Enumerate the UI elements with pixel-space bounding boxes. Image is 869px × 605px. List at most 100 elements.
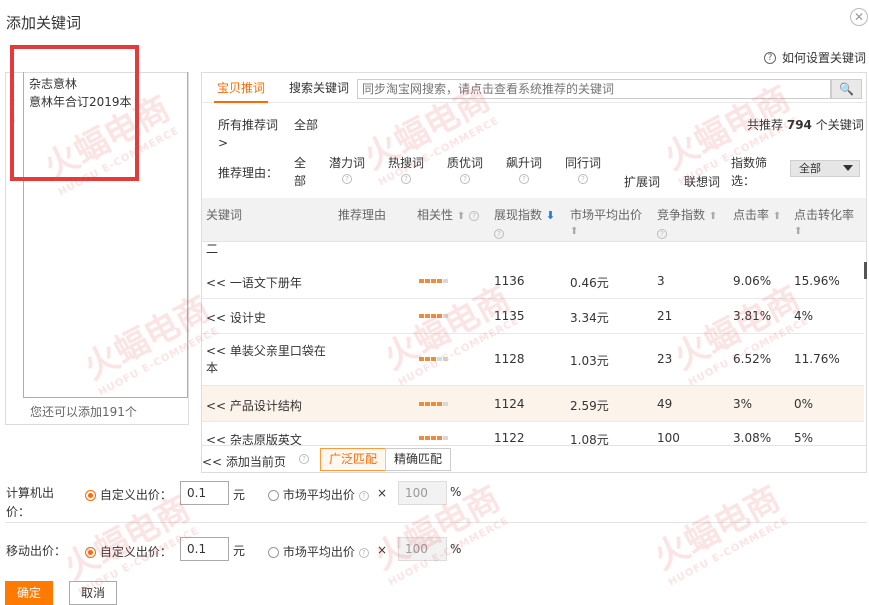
add-keyword-link[interactable]: << 一语文下册年 [206, 274, 302, 291]
help-link-label: 如何设置关键词 [782, 51, 867, 65]
competition-value: 3 [657, 274, 665, 288]
avg-bid-value: 2.59元 [570, 399, 609, 413]
pc-market-avg-option[interactable]: 市场平均出价 ? [268, 486, 369, 503]
sort-up-icon: ⬆ [570, 226, 579, 237]
reason-quality[interactable]: 质优词? [447, 154, 483, 184]
add-keyword-link[interactable]: << 产品设计结构 [206, 397, 302, 414]
add-keyword-link[interactable]: << 杂志原版英文 [206, 431, 302, 445]
table-row: << 单装父亲里口袋在本 1128 1.03元 23 6.52% 11.76% [202, 334, 864, 386]
sort-up-icon: ⬆ [456, 211, 466, 222]
impression-value: 1122 [494, 431, 525, 445]
add-keyword-link[interactable]: << 单装父亲里口袋在本 [206, 343, 334, 377]
th-relevance[interactable]: 相关性 ⬆ ? [417, 206, 480, 223]
th-avg-bid[interactable]: 市场平均出价 ⬆ [570, 206, 642, 237]
impression-value: 1135 [494, 309, 525, 323]
sort-up-icon: ⬆ [794, 226, 803, 237]
th-impression[interactable]: 展现指数 ⬇ ? [494, 206, 555, 240]
avg-bid-value: 1.03元 [570, 354, 609, 368]
table-scrollbar[interactable] [864, 262, 867, 279]
radio-unselected[interactable] [268, 490, 279, 501]
relevance-segment [437, 314, 442, 318]
th-competition[interactable]: 竞争指数 ⬆ ? [657, 206, 717, 240]
reason-assoc[interactable]: 联想词 [684, 173, 720, 190]
ctr-value: 3.81% [733, 309, 772, 323]
table-row: << 杂志原版英文 1122 1.08元 100 3.08% 5% [202, 422, 864, 445]
close-icon[interactable]: ✕ [850, 8, 868, 26]
relevance-segment [419, 314, 424, 318]
relevance-segment [431, 402, 436, 406]
cvr-value: 0% [794, 397, 814, 411]
help-icon: ? [299, 454, 309, 464]
tab-item-recommend[interactable]: 宝贝推词 [214, 73, 269, 103]
pc-pct-input[interactable] [398, 481, 447, 505]
th-reason: 推荐理由 [338, 208, 387, 222]
reason-label: 推荐理由： [218, 166, 279, 180]
dialog-title: 添加关键词 [6, 14, 82, 32]
th-ctr[interactable]: 点击率 ⬆ [733, 206, 781, 223]
competition-value: 49 [657, 397, 673, 411]
avg-bid-value: 1.08元 [570, 433, 609, 445]
relevance-segment [443, 279, 448, 283]
cvr-value: 15.96% [794, 274, 840, 288]
help-icon: ? [519, 174, 529, 184]
tab-search-keyword[interactable]: 搜索关键词 [289, 73, 349, 103]
search-input[interactable] [357, 79, 831, 99]
impression-value: 1136 [494, 274, 525, 288]
mobile-pct-input[interactable] [398, 537, 447, 561]
exact-match-button[interactable]: 精确匹配 [385, 448, 452, 471]
competition-value: 100 [657, 431, 680, 445]
reason-expand[interactable]: 扩展词 [624, 173, 660, 190]
table-footer: << 添加当前页 ? 广泛匹配 精确匹配 [202, 445, 866, 472]
relevance-segment [437, 357, 442, 361]
help-icon: ? [657, 228, 667, 239]
add-current-page[interactable]: << 添加当前页 [202, 453, 286, 470]
radio-unselected[interactable] [268, 547, 279, 558]
radio-selected[interactable] [85, 490, 96, 501]
reason-all[interactable]: 全部 [294, 154, 308, 190]
cvr-value: 5% [794, 431, 814, 445]
reason-hot[interactable]: 热搜词? [388, 154, 424, 184]
th-cvr[interactable]: 点击转化率 ⬆ [794, 206, 854, 237]
reason-potential[interactable]: 潜力词? [329, 154, 365, 184]
yuan-unit: 元 [233, 544, 246, 558]
help-link[interactable]: ? 如何设置关键词 [764, 49, 866, 66]
relevance-segment [425, 314, 430, 318]
relevance-bar [419, 279, 448, 283]
mobile-custom-bid-option[interactable]: 自定义出价： [85, 543, 172, 560]
mobile-bid-input[interactable] [180, 537, 229, 561]
reason-rising[interactable]: 飙升词? [506, 154, 542, 184]
relevance-segment [443, 314, 448, 318]
pc-custom-bid-option[interactable]: 自定义出价： [85, 486, 172, 503]
index-filter-select[interactable]: 全部 [790, 160, 860, 177]
table-body: 二 << 一语文下册年 1136 0.46元 3 9.06% 15.96% <<… [202, 242, 866, 445]
help-icon: ? [460, 174, 470, 184]
chevron-down-icon [843, 165, 853, 171]
add-keyword-link[interactable]: << 设计史 [206, 309, 266, 326]
cvr-value: 4% [794, 309, 814, 323]
mobile-market-avg-option[interactable]: 市场平均出价 ? [268, 543, 369, 560]
confirm-button[interactable]: 确定 [5, 581, 53, 605]
chevron-right-icon: > [218, 136, 229, 150]
percent-unit: % [450, 485, 462, 499]
help-icon: ? [494, 228, 504, 239]
all-filter[interactable]: 全部 [294, 116, 318, 133]
relevance-segment [437, 436, 442, 440]
reason-peer[interactable]: 同行词? [565, 154, 601, 184]
radio-selected[interactable] [85, 547, 96, 558]
relevance-bar [419, 402, 448, 406]
relevance-segment [425, 436, 430, 440]
ctr-value: 3% [733, 397, 753, 411]
cancel-button[interactable]: 取消 [69, 581, 117, 605]
impression-value: 1124 [494, 397, 525, 411]
help-icon: ? [764, 51, 776, 64]
broad-match-button[interactable]: 广泛匹配 [320, 448, 387, 471]
relevance-bar [419, 436, 448, 440]
all-recommend-link[interactable]: 所有推荐词 [218, 116, 278, 133]
avg-bid-value: 3.34元 [570, 311, 609, 325]
search-icon[interactable]: 🔍 [831, 79, 862, 99]
pc-bid-input[interactable] [180, 481, 229, 505]
relevance-segment [443, 436, 448, 440]
total-recommend: 共推荐 794 个关键词 [747, 118, 864, 132]
index-filter-label: 指数筛选： [731, 156, 768, 188]
relevance-segment [443, 402, 448, 406]
